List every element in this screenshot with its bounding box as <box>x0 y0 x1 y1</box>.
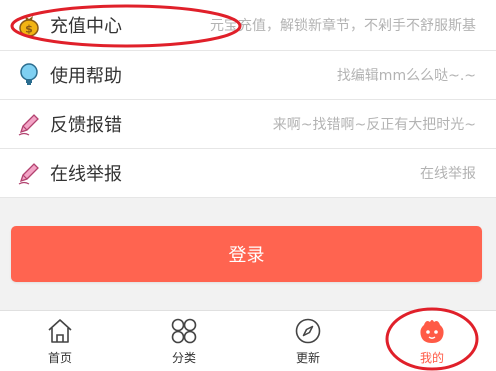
compass-icon <box>294 317 322 345</box>
menu-item-report[interactable]: 在线举报 在线举报 <box>0 149 496 198</box>
tab-label: 我的 <box>419 351 444 365</box>
menu-item-label: 反馈报错 <box>50 115 122 136</box>
settings-menu-list: $ 充值中心 元宝充值，解锁新章节，不剁手不舒服斯基 使用帮助 找编辑mm么么哒… <box>0 0 496 198</box>
money-bag-icon: $ <box>16 12 42 38</box>
menu-item-recharge[interactable]: $ 充值中心 元宝充值，解锁新章节，不剁手不舒服斯基 <box>0 0 496 51</box>
tab-label: 分类 <box>171 351 196 365</box>
menu-item-hint: 在线举报 <box>420 166 476 182</box>
menu-item-label: 充值中心 <box>50 16 122 37</box>
tab-updates[interactable]: 更新 <box>270 311 346 371</box>
mascot-icon <box>418 317 446 345</box>
menu-item-hint: 来啊~找错啊~反正有大把时光~ <box>272 117 476 133</box>
menu-item-hint: 找编辑mm么么哒~.~ <box>336 68 476 84</box>
menu-item-hint: 元宝充值，解锁新章节，不剁手不舒服斯基 <box>210 18 476 34</box>
tab-mine[interactable]: 我的 <box>394 311 470 371</box>
menu-item-label: 使用帮助 <box>50 66 122 87</box>
menu-item-label: 在线举报 <box>50 164 122 185</box>
pencil-icon <box>16 111 42 137</box>
tab-label: 首页 <box>47 351 72 365</box>
tab-category[interactable]: 分类 <box>146 311 222 371</box>
menu-item-help[interactable]: 使用帮助 找编辑mm么么哒~.~ <box>0 51 496 100</box>
tab-label: 更新 <box>295 351 320 365</box>
bottom-tab-bar: 首页 分类 更新 我的 <box>0 307 496 371</box>
menu-item-feedback[interactable]: 反馈报错 来啊~找错啊~反正有大把时光~ <box>0 100 496 149</box>
login-button[interactable]: 登录 <box>11 226 482 282</box>
pencil-icon <box>16 160 42 186</box>
category-icon <box>170 317 198 345</box>
app-screen: $ 充值中心 元宝充值，解锁新章节，不剁手不舒服斯基 使用帮助 找编辑mm么么哒… <box>0 0 496 371</box>
annotation-ellipse-recharge <box>10 4 242 48</box>
svg-text:$: $ <box>25 23 33 36</box>
lightbulb-icon <box>16 62 42 88</box>
home-icon <box>46 317 74 345</box>
tab-home[interactable]: 首页 <box>22 311 98 371</box>
